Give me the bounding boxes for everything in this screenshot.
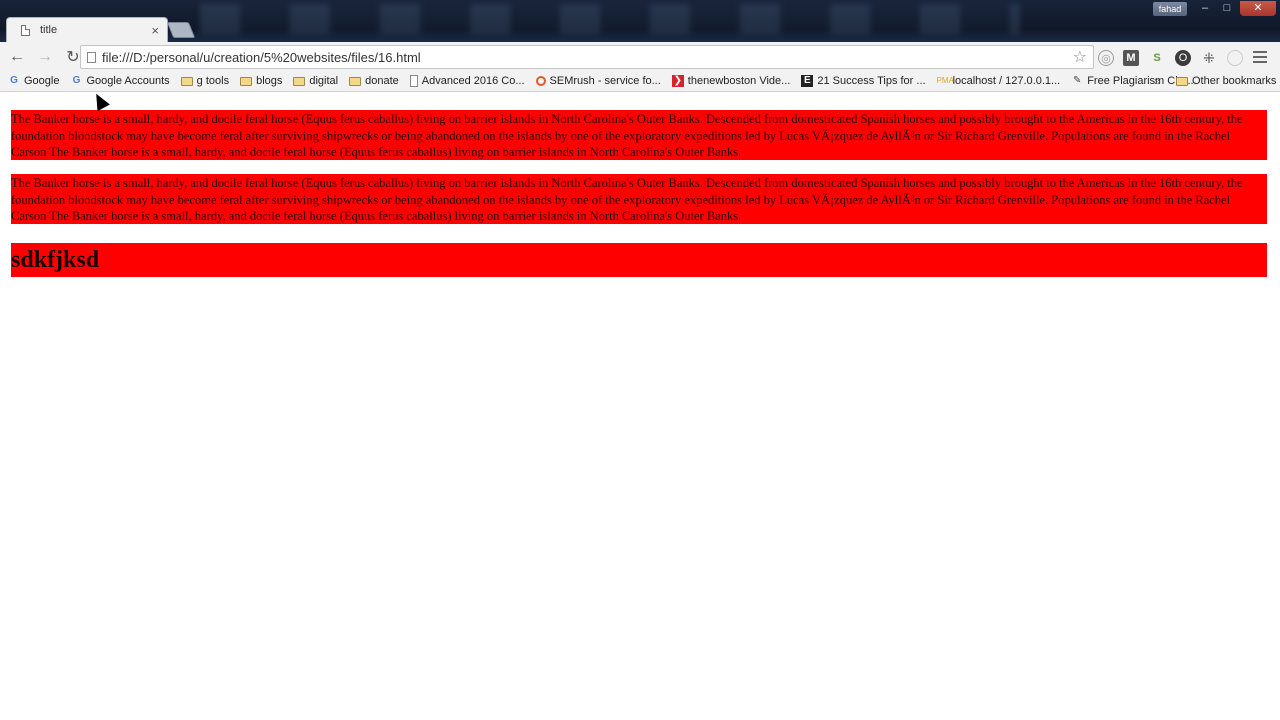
- bookmark-folder-other[interactable]: Other bookmarks: [1176, 75, 1276, 87]
- google-icon: G: [72, 75, 81, 86]
- chrome-menu-icon[interactable]: [1253, 51, 1267, 63]
- document-icon: [21, 24, 30, 36]
- page-icon: [87, 51, 96, 63]
- e-icon: E: [801, 75, 814, 87]
- content-heading: sdkfjksd: [11, 243, 1267, 277]
- page-viewport: The Banker horse is a small, hardy, and …: [0, 92, 1280, 720]
- folder-icon: [180, 76, 193, 86]
- folder-icon: [1176, 76, 1188, 86]
- back-button[interactable]: ←: [6, 46, 28, 68]
- o-extension-icon[interactable]: O: [1175, 50, 1191, 66]
- grid-extension-icon[interactable]: ⁜: [1201, 50, 1217, 66]
- url-text[interactable]: file:///D:/personal/u/creation/5%20websi…: [102, 50, 1073, 65]
- content-paragraph-1: The Banker horse is a small, hardy, and …: [11, 110, 1267, 160]
- globe-icon[interactable]: ◎: [1098, 50, 1114, 66]
- s-extension-icon[interactable]: S: [1149, 50, 1165, 66]
- bookmark-folder-blogs[interactable]: blogs: [240, 75, 282, 87]
- document-icon: [409, 75, 418, 87]
- bookmark-google-accounts[interactable]: G Google Accounts: [70, 75, 170, 87]
- bookmark-label: donate: [365, 75, 399, 87]
- user-profile-badge[interactable]: fahad: [1153, 2, 1187, 16]
- address-bar[interactable]: file:///D:/personal/u/creation/5%20websi…: [80, 45, 1094, 69]
- minimize-button[interactable]: –: [1196, 1, 1214, 16]
- folder-icon: [349, 76, 362, 86]
- folder-icon: [240, 76, 253, 86]
- browser-toolbar: ← → ↻ file:///D:/personal/u/creation/5%2…: [0, 42, 1280, 71]
- bookmark-folder-donate[interactable]: donate: [349, 75, 399, 87]
- new-tab-button[interactable]: [166, 22, 196, 38]
- bookmark-21-success-tips[interactable]: E 21 Success Tips for ...: [801, 75, 926, 87]
- google-icon: G: [10, 75, 18, 86]
- bookmark-star-icon[interactable]: ☆: [1073, 47, 1087, 67]
- bookmark-label: digital: [309, 75, 339, 87]
- bookmark-label: Google: [24, 75, 60, 87]
- desktop-background-blur: [200, 4, 1020, 34]
- semrush-icon: [535, 76, 546, 86]
- pen-icon: ✎: [1073, 75, 1082, 86]
- tab-title[interactable]: title ×: [6, 17, 168, 42]
- more-bookmarks-chevron-icon[interactable]: »: [1154, 74, 1161, 88]
- bookmark-advanced-2016[interactable]: Advanced 2016 Co...: [409, 75, 525, 87]
- bookmark-label: Advanced 2016 Co...: [421, 75, 525, 87]
- bookmark-google[interactable]: G Google: [8, 75, 59, 87]
- bookmarks-bar: G Google G Google Accounts g tools blogs…: [0, 71, 1280, 92]
- bookmark-label: localhost / 127.0.0.1...: [952, 75, 1061, 87]
- window-title-bar: title × fahad – □ ✕: [0, 0, 1280, 42]
- bookmark-localhost[interactable]: PMA localhost / 127.0.0.1...: [937, 75, 1061, 87]
- bookmark-label: thenewboston Vide...: [687, 75, 791, 87]
- bookmark-label: Other bookmarks: [1192, 75, 1277, 87]
- tab-label: title: [40, 24, 58, 36]
- forward-button[interactable]: →: [34, 46, 56, 68]
- circle-extension-icon[interactable]: [1227, 50, 1243, 66]
- maximize-button[interactable]: □: [1218, 1, 1236, 16]
- bookmark-label: 21 Success Tips for ...: [817, 75, 926, 87]
- close-tab-icon[interactable]: ×: [151, 23, 159, 38]
- bookmark-folder-digital[interactable]: digital: [293, 75, 338, 87]
- content-paragraph-2: The Banker horse is a small, hardy, and …: [11, 174, 1267, 224]
- bookmark-semrush[interactable]: SEMrush - service fo...: [535, 75, 661, 87]
- bookmark-label: g tools: [196, 75, 230, 87]
- thenewboston-icon: ❯: [671, 75, 684, 87]
- bookmark-folder-g-tools[interactable]: g tools: [180, 75, 230, 87]
- m-extension-icon[interactable]: M: [1123, 50, 1139, 66]
- bookmark-label: Google Accounts: [86, 75, 170, 87]
- close-window-button[interactable]: ✕: [1240, 1, 1276, 16]
- folder-icon: [293, 76, 306, 86]
- bookmark-thenewboston[interactable]: ❯ thenewboston Vide...: [671, 75, 791, 87]
- phpmyadmin-icon: PMA: [936, 76, 954, 85]
- bookmark-label: SEMrush - service fo...: [549, 75, 661, 87]
- bookmark-label: blogs: [256, 75, 283, 87]
